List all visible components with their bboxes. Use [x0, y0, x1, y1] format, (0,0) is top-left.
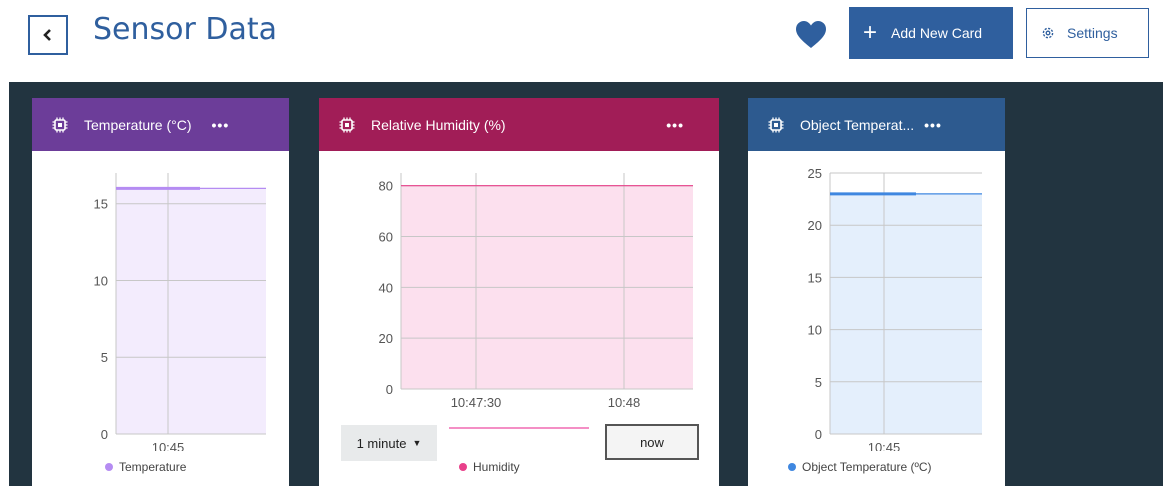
card-header: Temperature (°C) ••• [32, 98, 289, 151]
temperature-card: Temperature (°C) ••• 0 5 10 15 10:45 Tempera… [32, 98, 289, 490]
page-title: Sensor Data [93, 12, 277, 47]
x-tick-label: 10:45 [152, 440, 185, 451]
area-fill [830, 193, 982, 434]
page-header: Sensor Data + Add New Card Settings [0, 0, 1163, 82]
y-tick-label: 0 [386, 382, 393, 397]
favorite-button[interactable] [795, 20, 827, 50]
card-title: Relative Humidity (%) [371, 116, 506, 133]
y-tick-label: 20 [379, 331, 393, 346]
object-temperature-chart: 0 5 10 15 20 25 10:45 [808, 166, 982, 451]
chip-icon [52, 117, 68, 133]
plus-icon: + [863, 19, 878, 46]
card-title: Object Temperat... [800, 116, 915, 133]
chart-legend: Object Temperature (ºC) [788, 460, 932, 474]
y-tick-label: 10 [94, 273, 108, 288]
x-tick-label: 10:45 [868, 440, 901, 451]
y-tick-label: 15 [808, 270, 822, 285]
chart-legend: Humidity [459, 460, 520, 474]
card-header: Object Temperat... ••• [748, 98, 1005, 151]
y-tick-label: 10 [808, 323, 822, 338]
y-tick-label: 5 [101, 350, 108, 365]
humidity-chart: 0 20 40 60 80 10:47:30 10:48 [379, 173, 693, 410]
card-menu-button[interactable]: ••• [212, 117, 230, 133]
time-range-dropdown[interactable]: 1 minute ▼ [341, 425, 437, 461]
add-new-card-label: Add New Card [891, 25, 983, 41]
card-menu-button[interactable]: ••• [666, 117, 684, 133]
dashboard: Temperature (°C) ••• 0 5 10 15 10:45 Tempera… [9, 82, 1163, 490]
time-slider[interactable] [449, 427, 589, 429]
settings-label: Settings [1067, 25, 1118, 41]
chart-legend: Temperature [105, 460, 186, 474]
object-temperature-card: Object Temperat... ••• 0 5 10 15 20 25 10:45 O… [748, 98, 1005, 490]
card-header: Relative Humidity (%) ••• [319, 98, 719, 151]
legend-dot [105, 463, 113, 471]
y-tick-label: 5 [815, 375, 822, 390]
heart-icon [796, 21, 826, 48]
legend-label: Humidity [473, 460, 520, 474]
y-tick-label: 80 [379, 179, 393, 194]
back-button[interactable] [28, 15, 68, 55]
legend-label: Temperature [119, 460, 187, 474]
caret-down-icon: ▼ [412, 438, 422, 448]
y-tick-label: 20 [808, 218, 822, 233]
y-tick-label: 15 [94, 197, 108, 212]
legend-dot [788, 463, 796, 471]
area-fill [116, 188, 266, 434]
x-tick-label: 10:48 [608, 395, 641, 410]
x-tick-label: 10:47:30 [451, 395, 502, 410]
y-tick-label: 25 [808, 166, 822, 181]
y-tick-label: 0 [101, 427, 108, 442]
card-menu-button[interactable]: ••• [924, 117, 942, 133]
y-tick-label: 60 [379, 230, 393, 245]
gear-icon [1042, 27, 1054, 39]
temperature-chart: 0 5 10 15 10:45 [94, 173, 266, 451]
humidity-card: Relative Humidity (%) ••• 0 20 40 60 80 10:47… [319, 98, 719, 490]
chevron-left-icon [43, 29, 51, 41]
legend-dot [459, 463, 467, 471]
now-button[interactable]: now [605, 424, 699, 460]
time-range-label: 1 minute [356, 435, 407, 451]
chip-icon [339, 117, 355, 133]
card-title: Temperature (°C) [84, 116, 192, 133]
y-tick-label: 0 [815, 427, 822, 442]
add-new-card-button[interactable]: + Add New Card [849, 7, 1013, 59]
y-tick-label: 40 [379, 280, 393, 295]
chip-icon [768, 117, 784, 133]
legend-label: Object Temperature (ºC) [802, 460, 932, 474]
settings-button[interactable]: Settings [1026, 8, 1149, 58]
